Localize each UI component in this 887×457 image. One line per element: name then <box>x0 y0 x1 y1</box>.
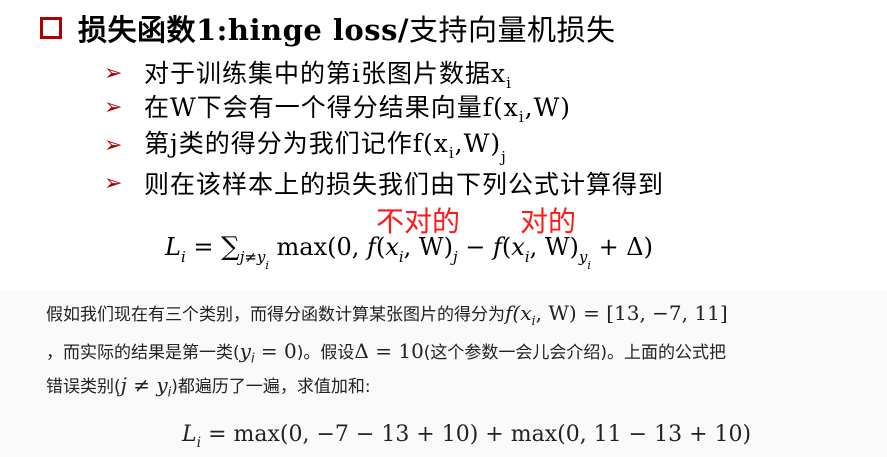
title-bold: 损失函数1:hinge loss/ <box>78 13 409 47</box>
bullet-text: 第j类的得分为我们记作f(xi,W)j <box>144 129 507 166</box>
arrow-bullet-icon: ➢ <box>104 60 123 86</box>
arrow-bullet-icon: ➢ <box>104 132 123 158</box>
bullet-text: 对于训练集中的第i张图片数据xi <box>144 59 512 92</box>
paragraph-line: 假如我们现在有三个类别，而得分函数计算某张图片的得分为f(xi, W) = [1… <box>46 301 728 329</box>
slide: 损失函数1:hinge loss/支持向量机损失 ➢ 对于训练集中的第i张图片数… <box>0 0 887 290</box>
bullet-item: ➢ 对于训练集中的第i张图片数据xi <box>104 55 512 92</box>
title-row: 损失函数1:hinge loss/支持向量机损失 <box>40 6 616 50</box>
bullet-item: ➢ 第j类的得分为我们记作f(xi,W)j <box>104 127 507 166</box>
bullet-item: ➢ 则在该样本上的损失我们由下列公式计算得到 <box>104 165 664 201</box>
slide-title: 损失函数1:hinge loss/支持向量机损失 <box>78 7 616 49</box>
arrow-bullet-icon: ➢ <box>104 170 123 196</box>
checkbox-bullet-icon <box>40 17 62 39</box>
bullet-text: 在W下会有一个得分结果向量f(xi,W) <box>144 93 572 126</box>
hinge-loss-formula: Li = ∑j≠yi max(0, f(xi, W)j − f(xi, W)yi… <box>165 232 653 272</box>
bullet-text: 则在该样本上的损失我们由下列公式计算得到 <box>144 170 665 199</box>
arrow-bullet-icon: ➢ <box>104 94 123 120</box>
paragraph-line: ，而实际的结果是第一类(yi = 0)。假设Δ = 10(这个参数一会儿会介绍)… <box>46 339 727 367</box>
explanation-paragraph: 假如我们现在有三个类别，而得分函数计算某张图片的得分为f(xi, W) = [1… <box>0 290 887 457</box>
title-rest: 支持向量机损失 <box>409 13 616 47</box>
computed-loss-formula: Li = max(0, −7 − 13 + 10) + max(0, 11 − … <box>182 422 752 451</box>
paragraph-line: 错误类别(j ≠ yi)都遍历了一遍，求值加和: <box>46 373 371 401</box>
bullet-item: ➢ 在W下会有一个得分结果向量f(xi,W) <box>104 89 572 126</box>
